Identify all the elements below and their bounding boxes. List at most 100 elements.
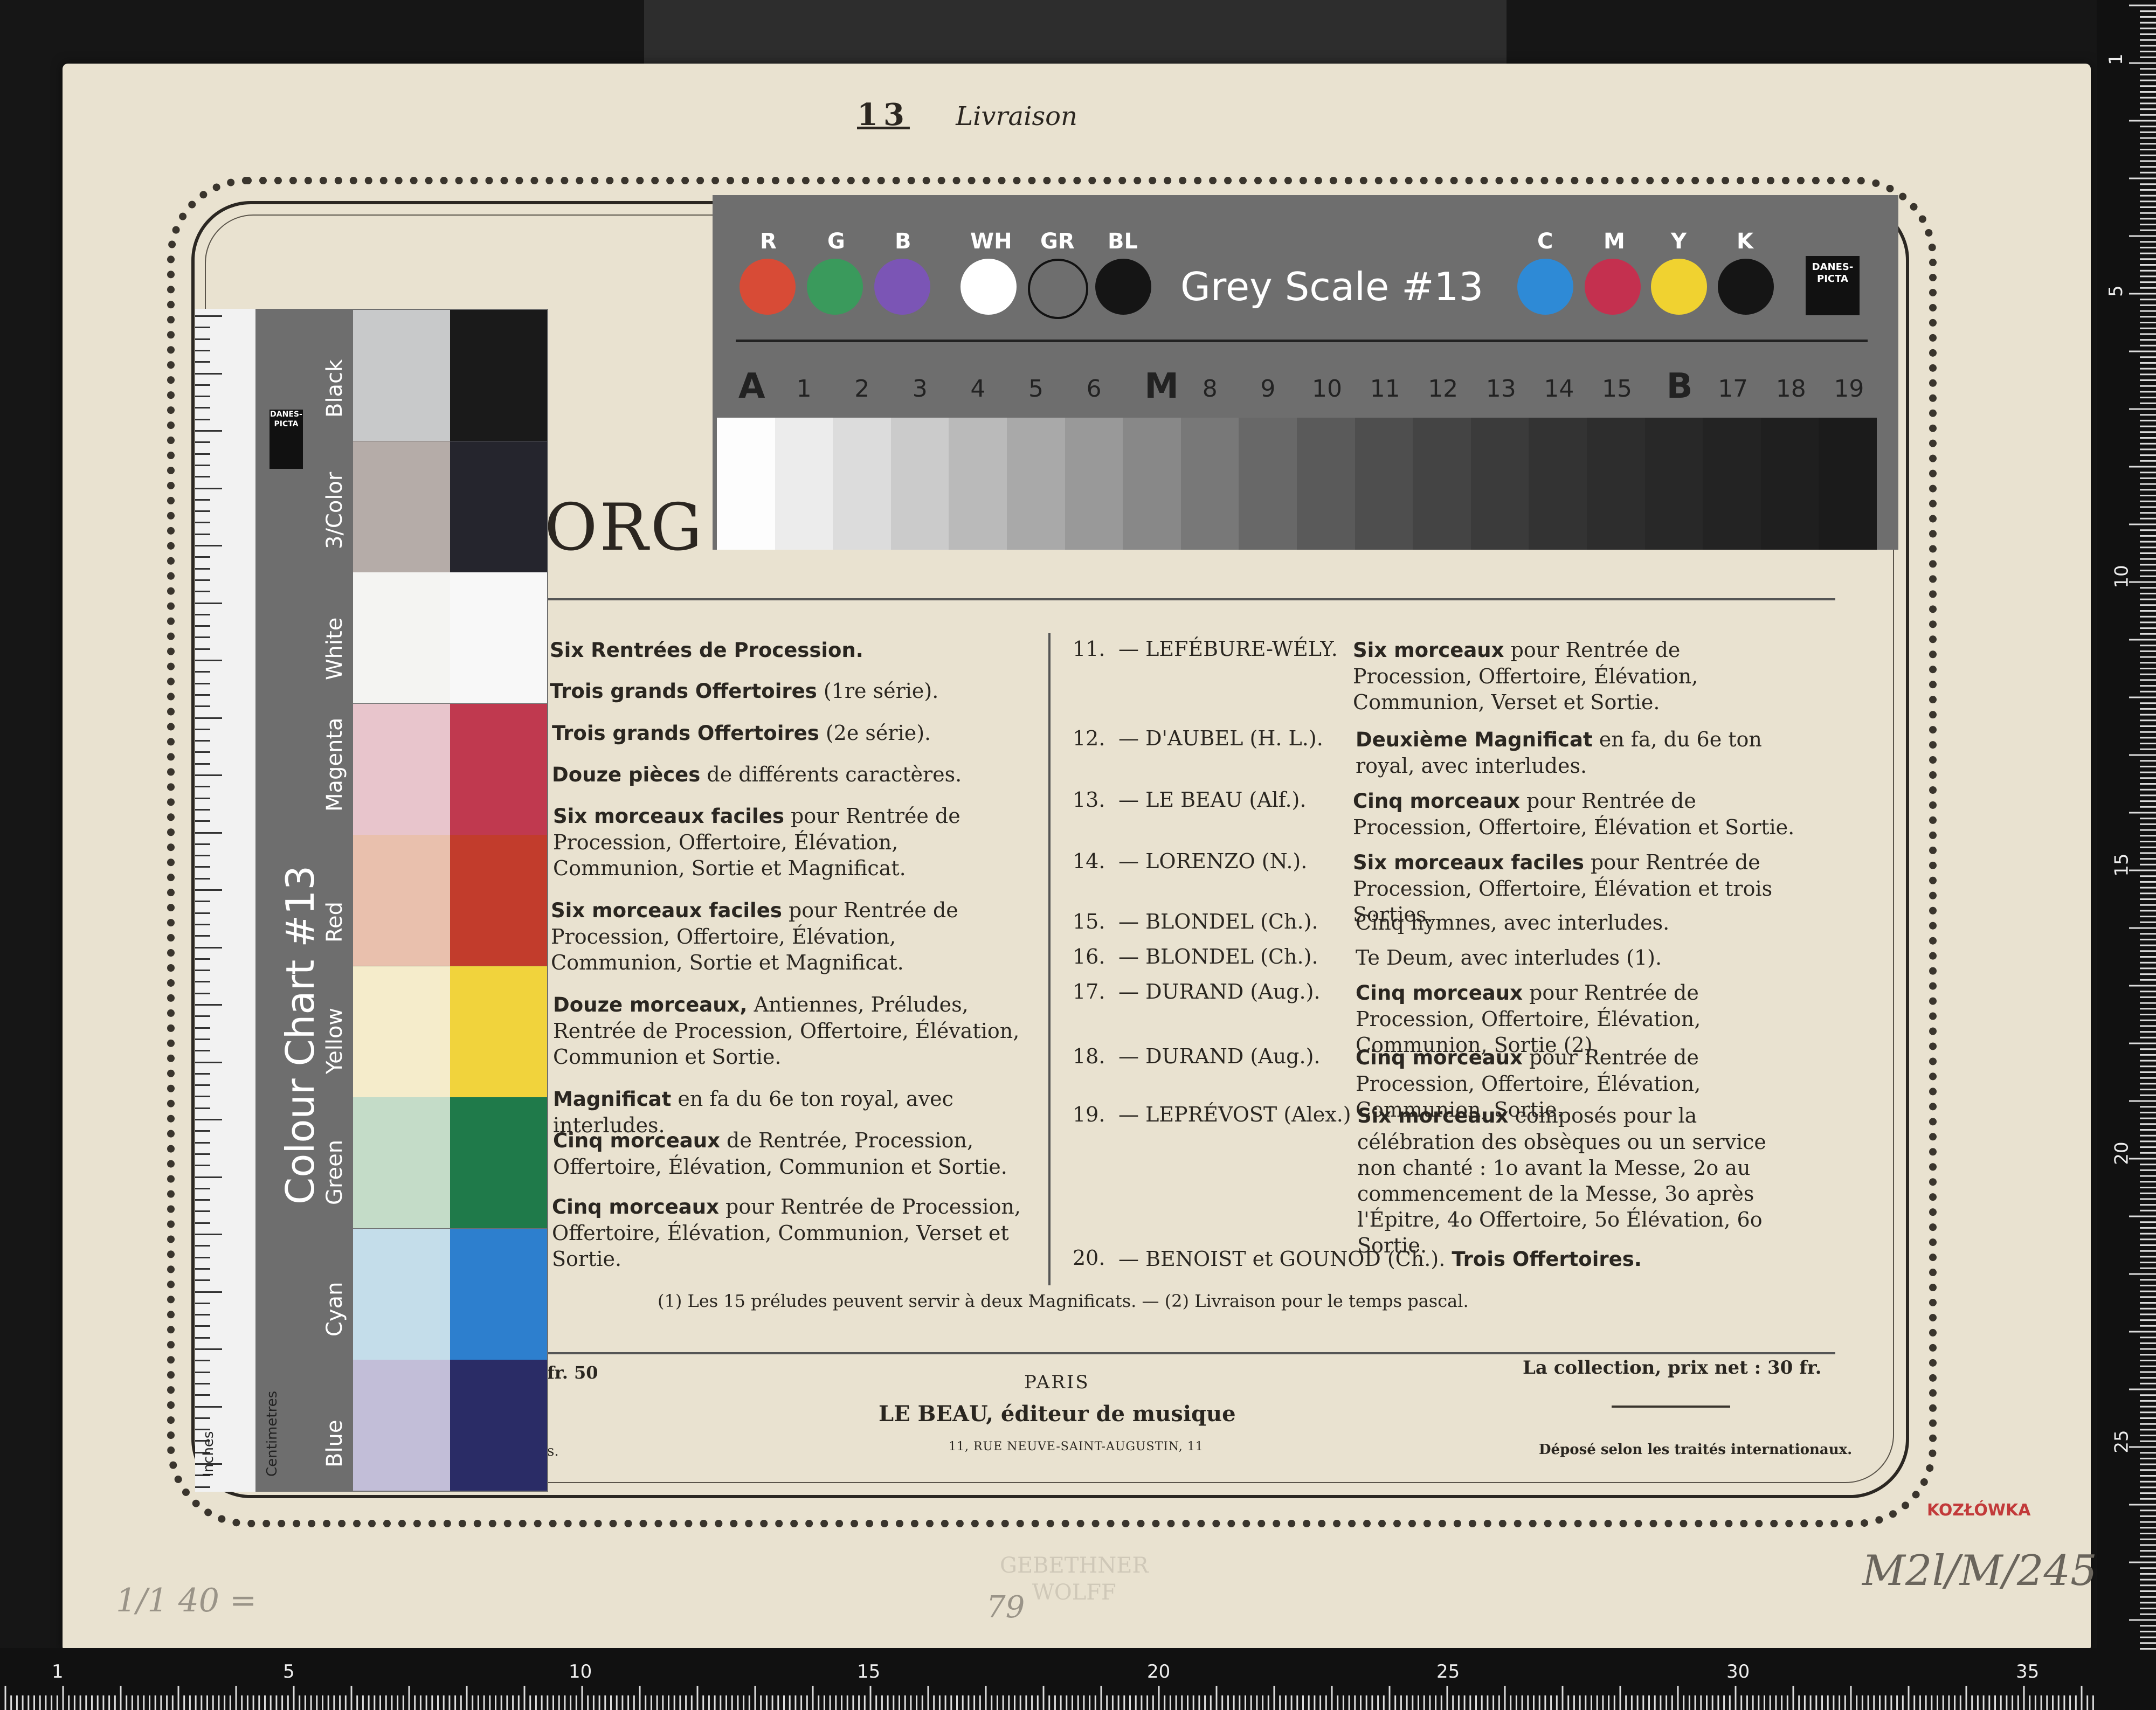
ruler-tick bbox=[195, 901, 210, 903]
ruler-label: 20 bbox=[1147, 1661, 1171, 1683]
color-circle bbox=[1718, 259, 1774, 315]
ruler-tick bbox=[195, 372, 222, 375]
ruler-tick bbox=[195, 636, 210, 639]
livraison-word: Livraison bbox=[956, 101, 1077, 131]
grey-scale-label: R bbox=[760, 229, 777, 254]
ruler-tick bbox=[195, 855, 210, 857]
ruler-tick bbox=[195, 1360, 210, 1362]
ruler-tick bbox=[195, 820, 210, 822]
swatch-dark bbox=[450, 966, 547, 1097]
call-number: M2l/M/245 bbox=[1862, 1547, 2097, 1595]
ruler-tick bbox=[195, 694, 210, 696]
right-item-num: 17. bbox=[1073, 980, 1105, 1003]
grey-patch bbox=[1819, 418, 1877, 550]
grey-scale-label: GR bbox=[1040, 229, 1075, 254]
ruler-tick bbox=[195, 476, 210, 478]
ruler-tick bbox=[195, 327, 210, 329]
ruler-tick bbox=[195, 453, 210, 455]
grey-scale-title: Grey Scale #13 bbox=[1180, 264, 1484, 309]
grey-patch bbox=[890, 418, 949, 550]
ruler-tick bbox=[195, 613, 210, 615]
ruler-tick bbox=[195, 1325, 210, 1327]
swatch-label: Cyan bbox=[322, 1282, 347, 1337]
grey-patch bbox=[1007, 418, 1065, 550]
right-item-composer: — DURAND (Aug.). bbox=[1118, 1044, 1321, 1068]
ruler-tick bbox=[195, 418, 210, 420]
ruler-tick bbox=[195, 843, 210, 845]
left-item-1: Six Rentrées de Procession. bbox=[550, 639, 863, 662]
grey-step-label: 1 bbox=[796, 375, 812, 403]
ruler-tick bbox=[195, 1072, 210, 1075]
ruler-tick bbox=[195, 1015, 210, 1017]
left-item-6: Six morceaux faciles pour Rentrée de Pro… bbox=[551, 898, 958, 974]
right-item-composer: — D'AUBEL (H. L.). bbox=[1118, 726, 1323, 750]
danes-picta-logo: DANES-PICTA bbox=[1806, 256, 1860, 315]
right-item-composer: — LORENZO (N.). bbox=[1118, 849, 1308, 873]
grey-patch bbox=[1587, 418, 1645, 550]
swatch-dark bbox=[450, 572, 547, 703]
ruler-tick bbox=[195, 866, 210, 868]
grey-step-label: 11 bbox=[1370, 375, 1400, 403]
ruler-tick bbox=[195, 671, 210, 673]
livraison-number: 13 bbox=[857, 97, 910, 133]
ruler-tick bbox=[195, 832, 222, 834]
color-circle bbox=[1517, 259, 1573, 315]
right-item-num: 12. bbox=[1073, 726, 1105, 750]
color-circle bbox=[807, 259, 863, 315]
publisher-address: 11, RUE NEUVE-SAINT-AUGUSTIN, 11 bbox=[949, 1440, 1204, 1453]
ruler-tick bbox=[195, 579, 210, 581]
grey-scale-label: K bbox=[1737, 229, 1753, 254]
ruler-tick bbox=[195, 1176, 222, 1178]
left-item-5: Six morceaux faciles pour Rentrée de Pro… bbox=[553, 804, 960, 880]
grey-step-label: 15 bbox=[1602, 375, 1632, 403]
ruler-tick bbox=[195, 430, 222, 432]
swatch-light bbox=[353, 1360, 450, 1491]
right-item-composer: — LEPRÉVOST (Alex.) bbox=[1118, 1103, 1351, 1126]
ruler-tick bbox=[195, 1314, 210, 1316]
ruler-tick bbox=[195, 660, 222, 661]
grey-step-label: 3 bbox=[912, 375, 928, 403]
grey-patch bbox=[1297, 418, 1355, 550]
right-item-composer: — DURAND (Aug.). bbox=[1118, 980, 1321, 1003]
ruler-tick bbox=[195, 510, 210, 513]
ornament-line bbox=[1612, 1406, 1730, 1408]
ruler-tick bbox=[195, 705, 210, 708]
left-item-9: Cinq morceaux de Rentrée, Procession, Of… bbox=[553, 1129, 1007, 1179]
swatch-dark bbox=[450, 1097, 547, 1228]
ruler-tick bbox=[195, 338, 210, 340]
color-circle bbox=[874, 259, 930, 315]
footer-city: PARIS bbox=[1024, 1372, 1090, 1393]
footnote: (1) Les 15 préludes peuvent servir à deu… bbox=[658, 1291, 1469, 1311]
ruler-tick bbox=[195, 1210, 210, 1213]
swatch-dark bbox=[450, 1228, 547, 1360]
ruler-unit-centimetres: Centimetres bbox=[264, 1390, 280, 1477]
ruler-tick bbox=[195, 1141, 210, 1144]
ruler-tick bbox=[195, 1406, 222, 1408]
swatch-dark bbox=[450, 1360, 547, 1491]
ruler-tick bbox=[195, 533, 210, 535]
ruler-ticks bbox=[4, 1686, 2094, 1710]
ruler-tick bbox=[195, 923, 210, 925]
ruler-tick bbox=[195, 728, 210, 730]
swatch-label: White bbox=[322, 617, 347, 680]
right-item-3: Cinq morceaux pour Rentrée de Procession… bbox=[1353, 789, 1795, 839]
grey-step-label: 8 bbox=[1202, 375, 1218, 403]
swatch-label: Red bbox=[322, 902, 347, 943]
right-item-num: 20. bbox=[1073, 1246, 1105, 1270]
grey-step-label: 9 bbox=[1260, 375, 1276, 403]
ruler-tick bbox=[195, 877, 210, 880]
grey-scale-label: BL bbox=[1108, 229, 1138, 254]
ruler-tick bbox=[195, 407, 210, 409]
ruler-tick bbox=[195, 487, 222, 489]
grey-patch bbox=[775, 418, 833, 550]
right-item-9: Six morceaux composés pour la célébratio… bbox=[1357, 1104, 1766, 1257]
ruler-tick bbox=[195, 522, 210, 524]
swatch-label: Blue bbox=[322, 1420, 347, 1467]
swatch-light bbox=[353, 441, 450, 572]
swatch-dark bbox=[450, 703, 547, 835]
collection-price: La collection, prix net : 30 fr. bbox=[1523, 1357, 1822, 1379]
grey-patch bbox=[1180, 418, 1239, 550]
grey-scale-label: Y bbox=[1671, 229, 1687, 254]
grey-step-label: 6 bbox=[1086, 375, 1102, 403]
ruler-tick bbox=[195, 992, 210, 994]
